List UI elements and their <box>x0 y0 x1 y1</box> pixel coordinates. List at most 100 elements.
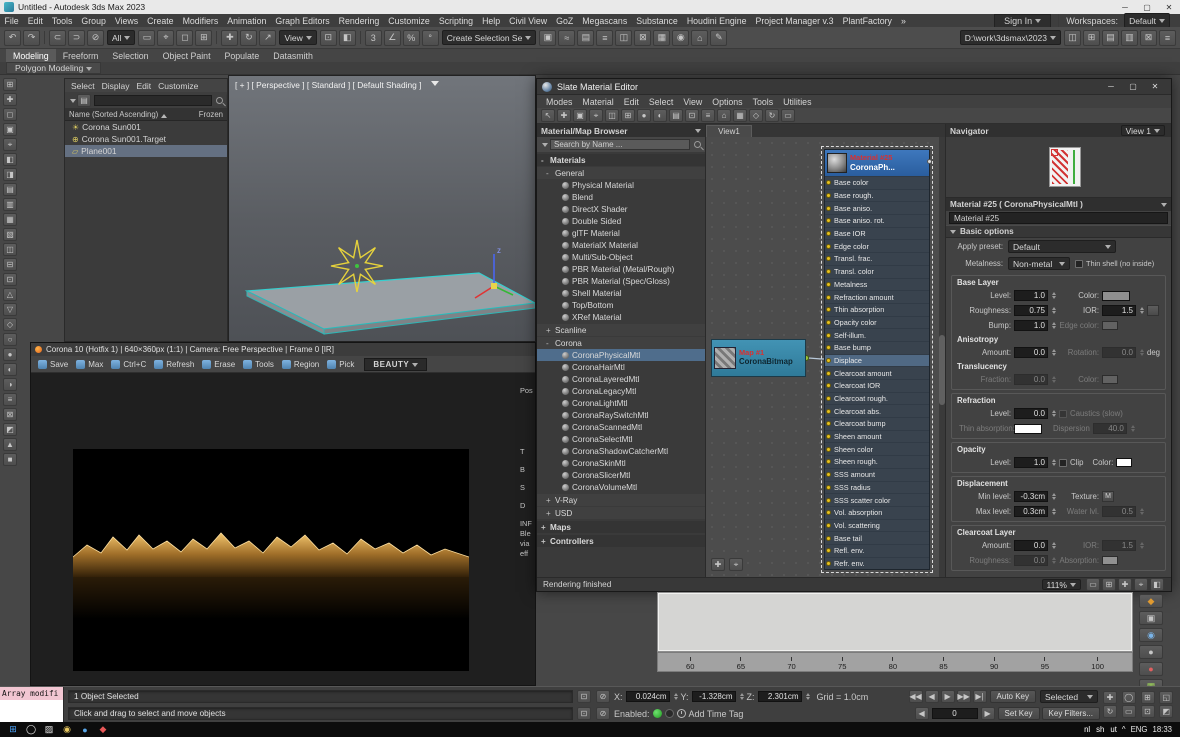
corona-render-canvas[interactable]: PosTBSDINFBleviaeff <box>31 373 535 685</box>
tool-icon[interactable]: ⊠ <box>3 408 17 421</box>
slate-menu-item[interactable]: Material <box>577 97 618 107</box>
clearcoat-amount-field[interactable]: 0.0 <box>1014 540 1048 551</box>
input-socket-icon[interactable] <box>826 421 831 426</box>
set-key-button[interactable]: Set Key <box>998 707 1040 720</box>
tool-icon[interactable]: ▥ <box>3 198 17 211</box>
pivot-tool-icon[interactable]: ⊡ <box>320 30 337 46</box>
input-socket-icon[interactable] <box>826 358 831 363</box>
project-folder-dropdown[interactable]: D:\work\3dsmax\2023 <box>960 30 1061 45</box>
tab-view1[interactable]: View1 <box>706 125 752 137</box>
node-slot[interactable]: Edge color <box>825 239 929 252</box>
maximize-icon[interactable]: ▢ <box>1122 80 1144 94</box>
snap-toggle-icon[interactable]: ° <box>422 30 439 46</box>
slate-menu-item[interactable]: Options <box>707 97 747 107</box>
corona-toolbar-button[interactable]: Max <box>72 360 107 369</box>
tool-icon[interactable]: ◑ <box>3 378 17 391</box>
metalness-dropdown[interactable]: Non-metal <box>1008 257 1070 270</box>
zoom-dropdown[interactable]: 111% <box>1042 579 1081 590</box>
node-slot[interactable]: Clearcoat abs. <box>825 404 929 417</box>
spinner[interactable] <box>1052 555 1056 566</box>
panel-icon[interactable]: ◉ <box>1139 628 1163 642</box>
slate-tool-icon[interactable]: ≡ <box>701 109 715 122</box>
menu-item[interactable]: Substance <box>632 16 683 26</box>
ribbon-tab[interactable]: Modeling <box>6 49 56 62</box>
caustics-checkbox[interactable] <box>1059 410 1067 418</box>
ior-field[interactable]: 1.5 <box>1102 305 1136 316</box>
menu-item[interactable]: GoZ <box>552 16 578 26</box>
viewport-nav-icon[interactable]: ◱ <box>1159 691 1173 704</box>
viewport-nav-icon[interactable]: ⊞ <box>1141 691 1155 704</box>
browser-item[interactable]: Physical Material <box>537 179 705 191</box>
apply-preset-dropdown[interactable]: Default <box>1008 240 1116 253</box>
toolbar-icon[interactable]: ◫ <box>615 30 632 46</box>
z-coordinate-field[interactable]: 2.301cm <box>758 691 802 702</box>
toolbar-icon[interactable]: ✎ <box>710 30 727 46</box>
slate-menu-item[interactable]: Modes <box>541 97 577 107</box>
node-slot[interactable]: Base aniso. rot. <box>825 214 929 227</box>
node-slot[interactable]: Base IOR <box>825 227 929 240</box>
list-item[interactable]: ▱Plane001 <box>65 145 227 157</box>
spinner[interactable] <box>674 691 678 702</box>
input-socket-icon[interactable] <box>826 371 831 376</box>
min-level-field[interactable]: -0.3cm <box>1014 491 1048 502</box>
clearcoat-roughness-field[interactable]: 0.0 <box>1014 555 1048 566</box>
slate-tool-icon[interactable]: ▤ <box>669 109 683 122</box>
tool-icon[interactable]: ⊟ <box>3 258 17 271</box>
tool-icon[interactable]: ◐ <box>3 363 17 376</box>
browser-item[interactable]: CoronaVolumeMtl <box>537 481 705 493</box>
input-socket-icon[interactable] <box>826 231 831 236</box>
tray-expand-icon[interactable]: ^ <box>1122 725 1126 734</box>
node-slot[interactable]: Transl. color <box>825 265 929 278</box>
panel-icon[interactable]: ◆ <box>1139 594 1163 608</box>
explorer-search-input[interactable] <box>94 95 212 106</box>
node-slot[interactable]: Refl. env. <box>825 544 929 557</box>
toolbar-icon[interactable]: ◉ <box>672 30 689 46</box>
input-socket-icon[interactable] <box>826 536 831 541</box>
rotation-field[interactable]: 0.0 <box>1102 347 1136 358</box>
material-name-field[interactable]: Material #25 <box>949 212 1168 224</box>
spinner[interactable] <box>1052 540 1056 551</box>
browser-item[interactable]: CoronaShadowCatcherMtl <box>537 445 705 457</box>
select-tool-icon[interactable]: ◻ <box>176 30 193 46</box>
slate-tool-icon[interactable]: ⊞ <box>621 109 635 122</box>
auto-key-button[interactable]: Auto Key <box>990 690 1036 703</box>
link-tool-icon[interactable]: ⊂ <box>49 30 66 46</box>
tool-icon[interactable]: ◨ <box>3 168 17 181</box>
tool-icon[interactable]: ▧ <box>3 228 17 241</box>
menu-overflow-icon[interactable]: » <box>896 16 910 26</box>
listener-macro-line[interactable]: Array modifi <box>0 687 63 700</box>
toolbar-icon[interactable]: ▦ <box>653 30 670 46</box>
layer-tool-icon[interactable]: ⊞ <box>1083 30 1100 46</box>
viewport-nav-icon[interactable]: ▭ <box>1122 705 1136 718</box>
select-tool-icon[interactable]: ⌖ <box>157 30 174 46</box>
tool-icon[interactable]: ▣ <box>3 123 17 136</box>
browser-item[interactable]: Top/Bottom <box>537 299 705 311</box>
corona-toolbar-button[interactable]: Refresh <box>150 360 198 369</box>
input-socket-icon[interactable] <box>826 218 831 223</box>
ribbon-tab[interactable]: Object Paint <box>156 49 218 62</box>
node-slot[interactable]: Base tail <box>825 531 929 544</box>
canvas-tool-icon[interactable]: ✚ <box>711 558 725 571</box>
playback-button[interactable]: ▶| <box>973 690 987 703</box>
input-socket-icon[interactable] <box>826 434 831 439</box>
menu-item[interactable]: Customize <box>384 16 435 26</box>
sign-in-button[interactable]: Sign In <box>994 14 1051 28</box>
menu-item[interactable]: Tools <box>47 16 77 26</box>
time-tag-icon[interactable]: ⊘ <box>596 707 610 720</box>
input-socket-icon[interactable] <box>826 447 831 452</box>
browser-item[interactable]: CoronaPhysicalMtl <box>537 349 705 361</box>
spinner[interactable] <box>1052 347 1056 358</box>
corona-toolbar-button[interactable]: Tools <box>239 360 278 369</box>
current-frame-field[interactable]: 0 <box>932 708 978 719</box>
slate-tool-icon[interactable]: ◇ <box>749 109 763 122</box>
tool-icon[interactable]: ■ <box>3 453 17 466</box>
slate-menu-item[interactable]: Edit <box>619 97 644 107</box>
input-socket-icon[interactable] <box>826 383 831 388</box>
input-socket-icon[interactable] <box>826 282 831 287</box>
viewport-nav-icon[interactable]: ◯ <box>1122 691 1136 704</box>
toolbar-icon[interactable]: ≈ <box>558 30 575 46</box>
node-slot[interactable]: Clearcoat bump <box>825 417 929 430</box>
opacity-color-swatch[interactable] <box>1116 458 1132 467</box>
viewport-nav-icon[interactable]: ◩ <box>1159 705 1173 718</box>
playback-button[interactable]: ▶▶ <box>957 690 971 703</box>
